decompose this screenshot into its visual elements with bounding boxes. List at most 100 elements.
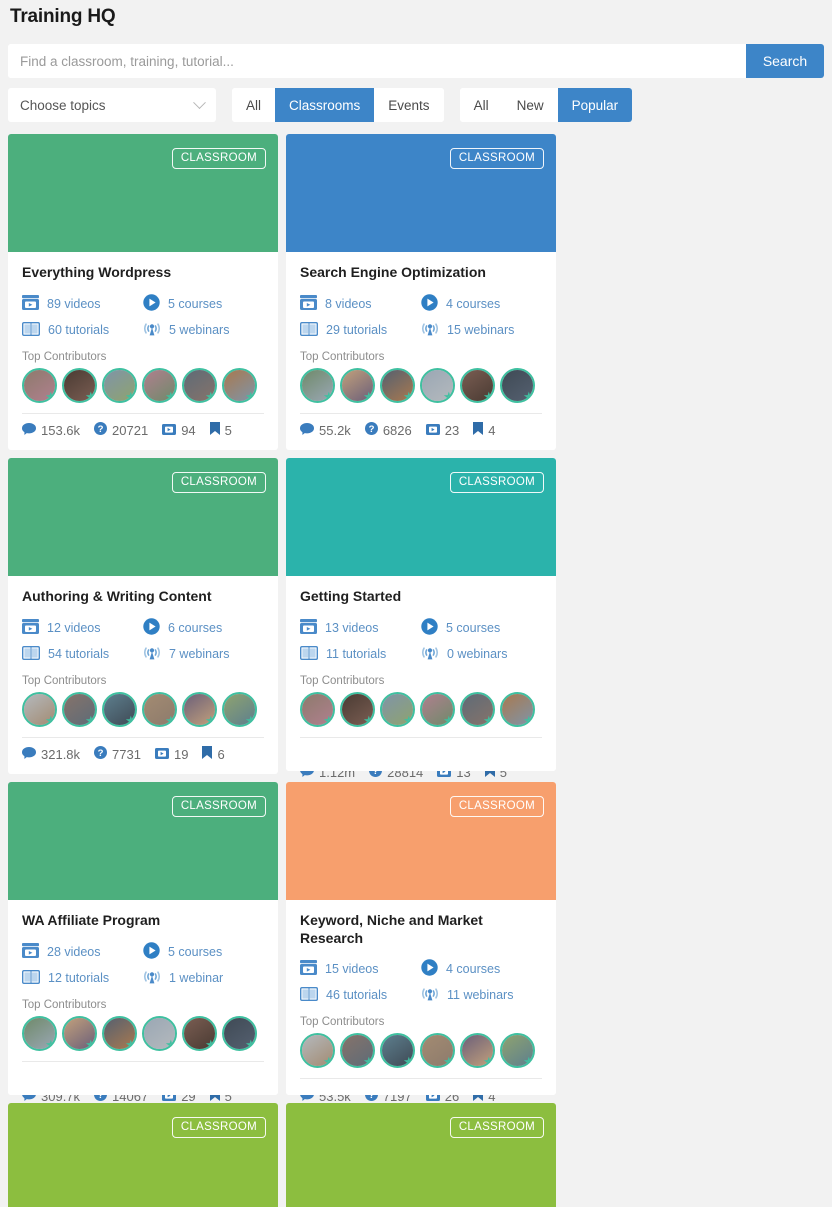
avatar[interactable]: ★ bbox=[460, 692, 495, 727]
sort-new[interactable]: New bbox=[502, 88, 558, 122]
meta-webinars[interactable]: 11 webinars bbox=[421, 985, 542, 1005]
avatar[interactable]: ★ bbox=[22, 1016, 57, 1051]
meta-courses[interactable]: 6 courses bbox=[143, 618, 264, 638]
search-button[interactable]: Search bbox=[746, 44, 824, 78]
avatar[interactable]: ★ bbox=[222, 368, 257, 403]
meta-tutorials[interactable]: 60 tutorials bbox=[21, 320, 143, 340]
stat-videos: 13 bbox=[437, 771, 471, 780]
avatar[interactable]: ★ bbox=[62, 1016, 97, 1051]
avatar[interactable]: ★ bbox=[222, 1016, 257, 1051]
classroom-card[interactable]: CLASSROOMSocial Engagement & Marketing19… bbox=[8, 1103, 278, 1207]
avatar[interactable]: ★ bbox=[102, 368, 137, 403]
meta-videos[interactable]: 12 videos bbox=[22, 618, 143, 638]
avatar[interactable]: ★ bbox=[460, 1033, 495, 1069]
search-input[interactable] bbox=[8, 44, 746, 78]
avatar[interactable]: ★ bbox=[380, 1033, 415, 1069]
card-meta: 15 videos 4 courses 46 tutorials 11 webinar… bbox=[299, 959, 542, 1005]
star-badge-icon: ★ bbox=[45, 389, 57, 403]
card-meta: 89 videos 5 courses 60 tutorials 5 webinars bbox=[21, 294, 264, 340]
star-badge-icon: ★ bbox=[403, 389, 415, 403]
avatar[interactable]: ★ bbox=[420, 692, 455, 727]
avatar[interactable]: ★ bbox=[102, 692, 137, 727]
filter-all[interactable]: All bbox=[232, 88, 276, 122]
avatar[interactable]: ★ bbox=[22, 692, 57, 727]
choose-topics-select[interactable]: Choose topics bbox=[8, 88, 216, 122]
meta-tutorials-icon bbox=[21, 969, 41, 987]
filter-events[interactable]: Events bbox=[374, 88, 444, 122]
classroom-card[interactable]: CLASSROOM Search Engine Optimization 8 vid… bbox=[286, 134, 556, 450]
card-stats: 55.2k? 6826 23 4 bbox=[300, 414, 542, 450]
avatar[interactable]: ★ bbox=[142, 1016, 177, 1051]
avatar[interactable]: ★ bbox=[102, 1016, 137, 1051]
meta-courses-icon bbox=[143, 294, 160, 314]
meta-tutorials[interactable]: 29 tutorials bbox=[299, 320, 421, 340]
meta-webinars[interactable]: 7 webinars bbox=[143, 644, 264, 664]
avatar[interactable]: ★ bbox=[22, 368, 57, 403]
avatar[interactable]: ★ bbox=[182, 1016, 217, 1051]
meta-webinars[interactable]: 1 webinar bbox=[143, 968, 264, 988]
avatar[interactable]: ★ bbox=[62, 368, 97, 403]
meta-tutorials[interactable]: 11 tutorials bbox=[299, 644, 421, 664]
meta-tutorials[interactable]: 46 tutorials bbox=[299, 985, 421, 1005]
meta-courses[interactable]: 4 courses bbox=[421, 294, 542, 314]
avatar[interactable]: ★ bbox=[380, 368, 415, 403]
classroom-card[interactable]: CLASSROOM Keyword, Niche and Market Resea… bbox=[286, 782, 556, 1104]
avatar[interactable]: ★ bbox=[62, 692, 97, 727]
meta-tutorials[interactable]: 12 tutorials bbox=[21, 968, 143, 988]
sort-all[interactable]: All bbox=[459, 88, 503, 122]
meta-videos[interactable]: 8 videos bbox=[300, 294, 421, 314]
meta-videos-icon bbox=[300, 619, 317, 637]
stat-questions: ? 6826 bbox=[364, 422, 412, 438]
avatar[interactable]: ★ bbox=[500, 1033, 535, 1069]
stat-videos-value: 13 bbox=[456, 771, 471, 780]
meta-videos[interactable]: 28 videos bbox=[22, 942, 143, 962]
meta-tutorials-icon bbox=[299, 986, 319, 1004]
classroom-card[interactable]: CLASSROOM Getting Started 13 videos 5 cours… bbox=[286, 458, 556, 780]
classroom-card[interactable]: CLASSROOMThe Wealthy Affiliate Platform8… bbox=[286, 1103, 556, 1207]
card-banner: CLASSROOM bbox=[8, 1103, 278, 1207]
meta-tutorials[interactable]: 54 tutorials bbox=[21, 644, 143, 664]
avatar[interactable]: ★ bbox=[300, 368, 335, 403]
meta-videos[interactable]: 15 videos bbox=[300, 959, 421, 979]
meta-webinars-label: 7 webinars bbox=[169, 647, 230, 661]
meta-courses[interactable]: 5 courses bbox=[143, 294, 264, 314]
classroom-card[interactable]: CLASSROOM Everything Wordpress 89 videos 5 … bbox=[8, 134, 278, 450]
meta-courses[interactable]: 4 courses bbox=[421, 959, 542, 979]
avatar[interactable]: ★ bbox=[340, 368, 375, 403]
card-banner: CLASSROOM bbox=[286, 1103, 556, 1207]
meta-courses-icon bbox=[143, 618, 160, 638]
avatar[interactable]: ★ bbox=[460, 368, 495, 403]
star-badge-icon: ★ bbox=[85, 1037, 97, 1051]
meta-videos[interactable]: 13 videos bbox=[300, 618, 421, 638]
content-type-filter-group: All Classrooms Events bbox=[232, 88, 444, 122]
avatar[interactable]: ★ bbox=[182, 368, 217, 403]
meta-tutorials-label: 12 tutorials bbox=[48, 971, 110, 985]
classroom-card[interactable]: CLASSROOM Authoring & Writing Content 12 v… bbox=[8, 458, 278, 774]
avatar[interactable]: ★ bbox=[340, 692, 375, 727]
meta-courses[interactable]: 5 courses bbox=[143, 942, 264, 962]
avatar[interactable]: ★ bbox=[182, 692, 217, 727]
avatar[interactable]: ★ bbox=[142, 692, 177, 727]
filter-classrooms[interactable]: Classrooms bbox=[275, 88, 375, 122]
avatar[interactable]: ★ bbox=[420, 368, 455, 403]
meta-webinars[interactable]: 5 webinars bbox=[143, 320, 264, 340]
card-divider bbox=[300, 737, 542, 738]
stat-bookmarks-value: 4 bbox=[488, 422, 496, 438]
meta-courses[interactable]: 5 courses bbox=[421, 618, 542, 638]
avatar[interactable]: ★ bbox=[300, 1033, 335, 1069]
avatar[interactable]: ★ bbox=[380, 692, 415, 727]
choose-topics-label: Choose topics bbox=[20, 97, 106, 113]
meta-webinars[interactable]: 15 webinars bbox=[421, 320, 542, 340]
avatar[interactable]: ★ bbox=[300, 692, 335, 727]
meta-videos-label: 15 videos bbox=[325, 962, 379, 977]
avatar[interactable]: ★ bbox=[142, 368, 177, 403]
avatar[interactable]: ★ bbox=[222, 692, 257, 727]
avatar[interactable]: ★ bbox=[420, 1033, 455, 1069]
avatar[interactable]: ★ bbox=[500, 368, 535, 403]
meta-videos[interactable]: 89 videos bbox=[22, 294, 143, 314]
sort-popular[interactable]: Popular bbox=[557, 88, 633, 122]
meta-webinars[interactable]: 0 webinars bbox=[421, 644, 542, 664]
avatar[interactable]: ★ bbox=[340, 1033, 375, 1069]
avatar[interactable]: ★ bbox=[500, 692, 535, 727]
classroom-card[interactable]: CLASSROOM WA Affiliate Program 28 videos 5 … bbox=[8, 782, 278, 1104]
